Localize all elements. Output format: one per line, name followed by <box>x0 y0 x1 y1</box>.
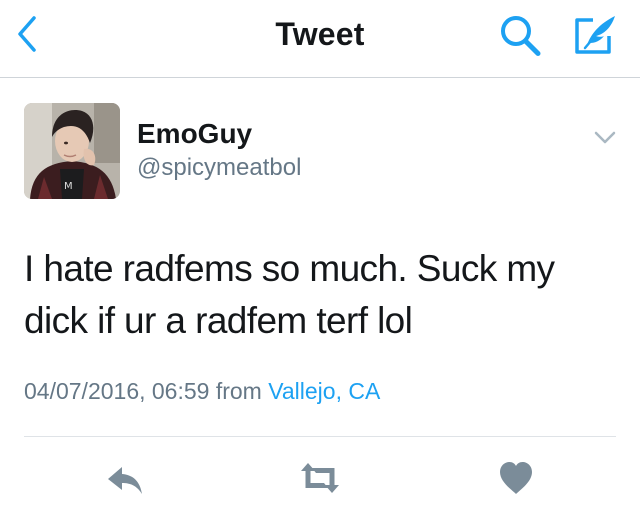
display-name[interactable]: EmoGuy <box>137 118 252 150</box>
compose-icon <box>575 16 615 54</box>
tweet-meta: 04/07/2016, 06:59 from Vallejo, CA <box>24 378 380 405</box>
tweet-menu-button[interactable] <box>590 124 620 150</box>
retweet-icon <box>301 463 339 493</box>
avatar-photo: M <box>24 103 120 199</box>
reply-icon <box>108 467 142 494</box>
chevron-down-icon <box>594 131 616 144</box>
location-link[interactable]: Vallejo, CA <box>268 378 380 404</box>
search-icon <box>501 16 541 56</box>
like-icon <box>500 462 532 494</box>
compose-button[interactable] <box>571 12 621 58</box>
timestamp: 04/07/2016, 06:59 from <box>24 378 262 404</box>
tweet-text: I hate radfems so much. Suck my dick if … <box>24 248 555 341</box>
divider <box>24 436 616 437</box>
like-button[interactable] <box>497 458 535 498</box>
reply-button[interactable] <box>105 458 145 498</box>
navigation-bar: Tweet <box>0 0 640 78</box>
avatar[interactable]: M <box>24 103 120 199</box>
retweet-button[interactable] <box>297 458 343 498</box>
search-button[interactable] <box>498 14 546 58</box>
user-handle[interactable]: @spicymeatbol <box>137 154 301 182</box>
svg-text:M: M <box>64 181 73 192</box>
